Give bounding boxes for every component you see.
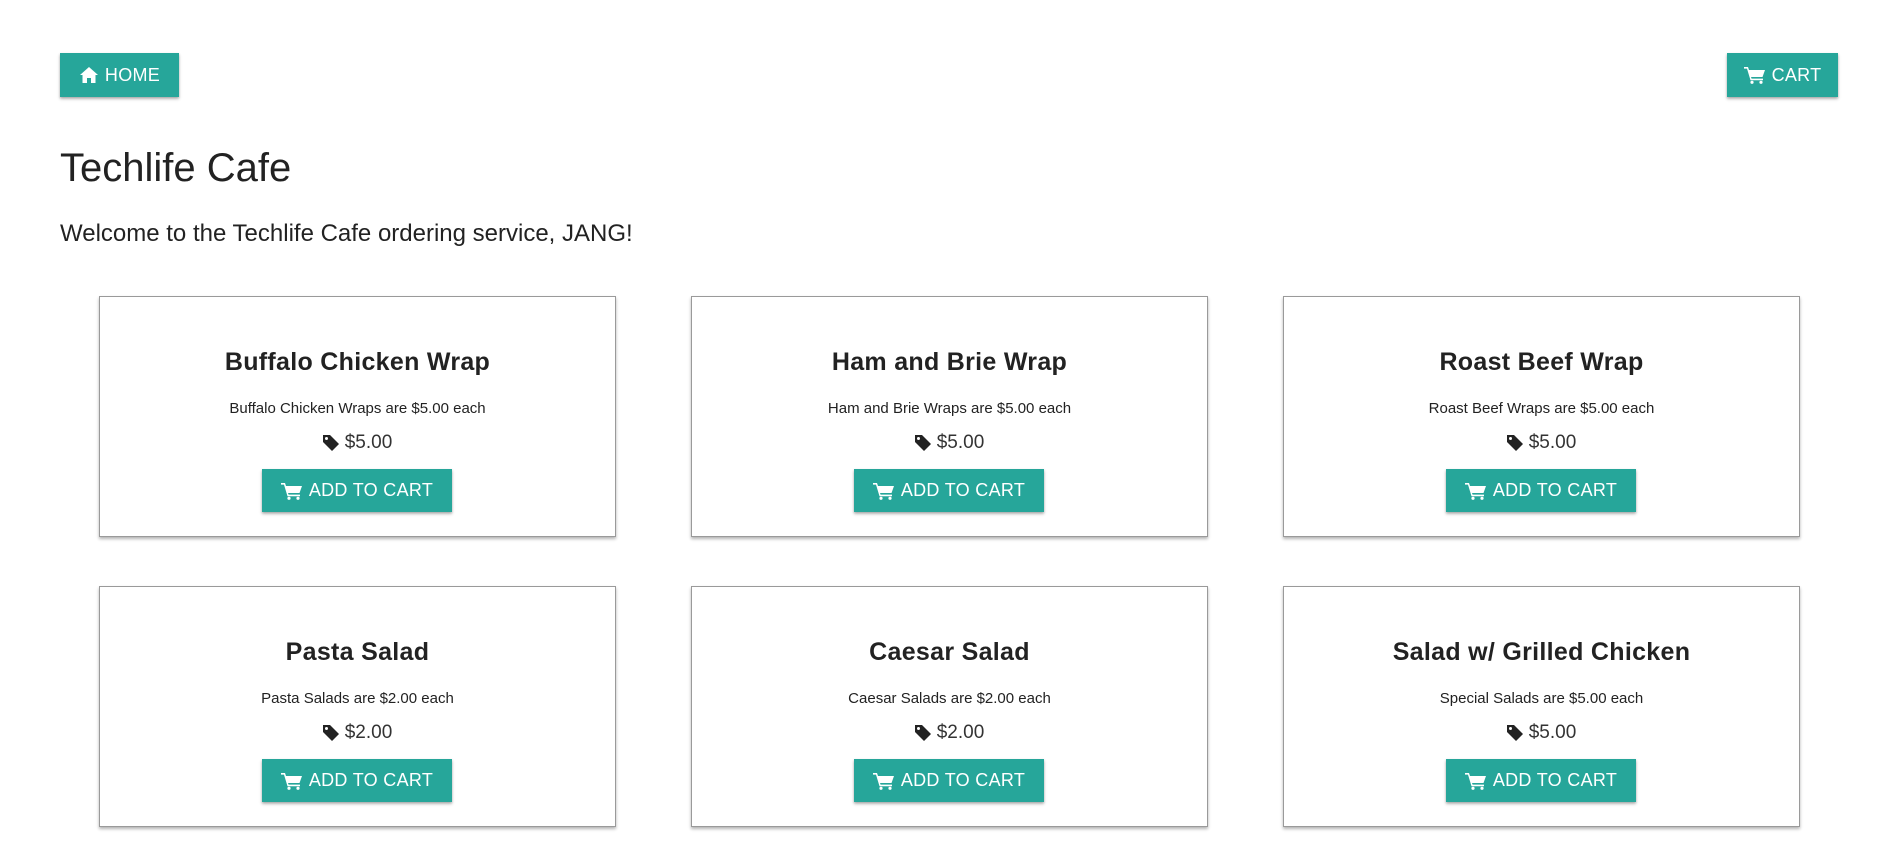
page-title: Techlife Cafe xyxy=(60,146,292,190)
price-value: $2.00 xyxy=(936,722,985,743)
cart-icon xyxy=(280,772,302,790)
price-value: $5.00 xyxy=(344,432,393,453)
home-button-label: HOME xyxy=(104,64,161,85)
product-description: Buffalo Chicken Wraps are $5.00 each xyxy=(229,400,486,417)
home-icon xyxy=(79,67,98,83)
price-value: $5.00 xyxy=(1528,432,1577,453)
add-to-cart-label: ADD TO CART xyxy=(308,770,434,790)
add-to-cart-button[interactable]: ADD TO CART xyxy=(854,759,1044,802)
product-name: Ham and Brie Wrap xyxy=(831,348,1068,376)
price-value: $2.00 xyxy=(344,722,393,743)
price-value: $5.00 xyxy=(1528,722,1577,743)
product-card: Roast Beef Wrap Roast Beef Wraps are $5.… xyxy=(1283,296,1800,537)
product-description: Ham and Brie Wraps are $5.00 each xyxy=(827,400,1072,417)
product-price: $2.00 xyxy=(692,721,1207,745)
price-value: $5.00 xyxy=(936,432,985,453)
tag-icon xyxy=(322,725,339,741)
product-price: $5.00 xyxy=(692,431,1207,455)
cart-button-label: CART xyxy=(1771,64,1822,85)
add-to-cart-button[interactable]: ADD TO CART xyxy=(854,469,1044,512)
add-to-cart-label: ADD TO CART xyxy=(900,480,1026,500)
product-price: $5.00 xyxy=(1284,431,1799,455)
add-to-cart-label: ADD TO CART xyxy=(1492,480,1618,500)
cart-icon xyxy=(1464,482,1486,500)
product-description: Special Salads are $5.00 each xyxy=(1439,690,1644,707)
cart-button[interactable]: CART xyxy=(1727,53,1838,97)
cart-icon xyxy=(872,482,894,500)
product-price: $5.00 xyxy=(1284,721,1799,745)
add-to-cart-button[interactable]: ADD TO CART xyxy=(1446,469,1636,512)
page: HOME CART Techlife Cafe Welcome to the T… xyxy=(0,0,1892,866)
product-description: Pasta Salads are $2.00 each xyxy=(261,690,454,707)
product-card: Pasta Salad Pasta Salads are $2.00 each … xyxy=(99,586,616,827)
add-to-cart-button[interactable]: ADD TO CART xyxy=(262,759,452,802)
product-name: Roast Beef Wrap xyxy=(1439,348,1644,376)
tag-icon xyxy=(914,725,931,741)
product-price: $5.00 xyxy=(100,431,615,455)
cart-icon xyxy=(280,482,302,500)
tag-icon xyxy=(1506,435,1523,451)
product-description: Caesar Salads are $2.00 each xyxy=(848,690,1051,707)
product-name: Salad w/ Grilled Chicken xyxy=(1392,638,1691,666)
product-card: Salad w/ Grilled Chicken Special Salads … xyxy=(1283,586,1800,827)
add-to-cart-label: ADD TO CART xyxy=(1492,770,1618,790)
add-to-cart-label: ADD TO CART xyxy=(900,770,1026,790)
cart-icon xyxy=(1743,67,1765,84)
product-name: Pasta Salad xyxy=(285,638,430,666)
add-to-cart-button[interactable]: ADD TO CART xyxy=(262,469,452,512)
product-description: Roast Beef Wraps are $5.00 each xyxy=(1428,400,1655,417)
welcome-message: Welcome to the Techlife Cafe ordering se… xyxy=(60,220,633,247)
product-name: Buffalo Chicken Wrap xyxy=(224,348,491,376)
product-price: $2.00 xyxy=(100,721,615,745)
product-card: Caesar Salad Caesar Salads are $2.00 eac… xyxy=(691,586,1208,827)
add-to-cart-button[interactable]: ADD TO CART xyxy=(1446,759,1636,802)
cart-icon xyxy=(1464,772,1486,790)
tag-icon xyxy=(914,435,931,451)
add-to-cart-label: ADD TO CART xyxy=(308,480,434,500)
home-button[interactable]: HOME xyxy=(60,53,179,97)
product-name: Caesar Salad xyxy=(869,638,1030,666)
product-card: Ham and Brie Wrap Ham and Brie Wraps are… xyxy=(691,296,1208,537)
product-grid: Buffalo Chicken Wrap Buffalo Chicken Wra… xyxy=(99,296,1800,827)
tag-icon xyxy=(1506,725,1523,741)
tag-icon xyxy=(322,435,339,451)
cart-icon xyxy=(872,772,894,790)
product-card: Buffalo Chicken Wrap Buffalo Chicken Wra… xyxy=(99,296,616,537)
